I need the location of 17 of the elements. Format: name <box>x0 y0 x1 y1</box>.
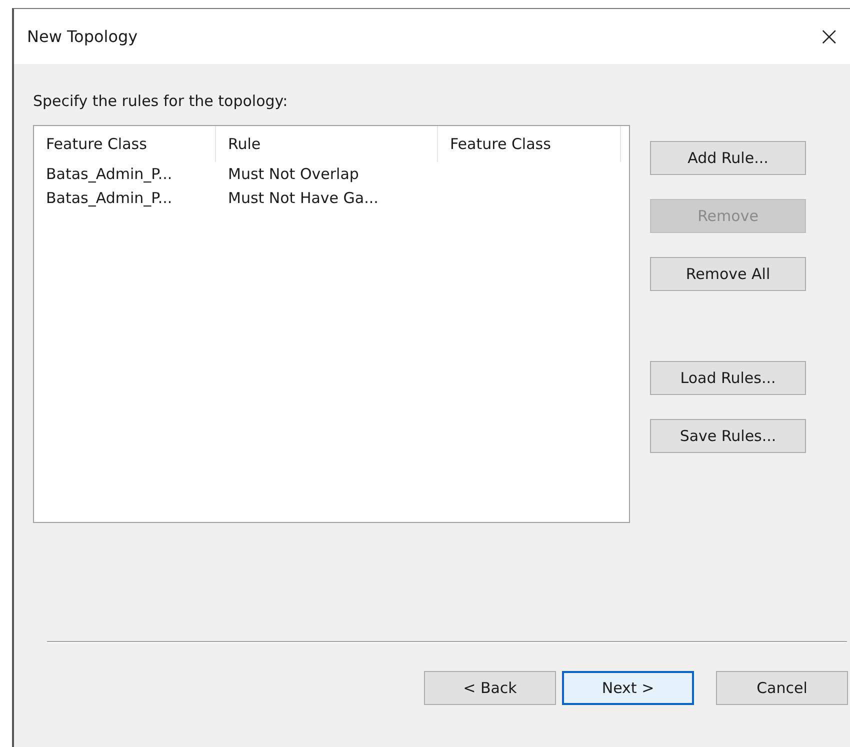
table-cell: Must Not Have Ga... <box>228 189 378 207</box>
window-title: New Topology <box>27 27 138 46</box>
side-button[interactable]: Add Rule... <box>650 141 806 175</box>
table-cell: Batas_Admin_P... <box>46 165 172 183</box>
table-cell: Batas_Admin_P... <box>46 189 172 207</box>
instruction-text: Specify the rules for the topology: <box>33 91 289 112</box>
column-header[interactable]: Feature Class <box>34 126 216 162</box>
table-cell: Must Not Overlap <box>228 165 359 183</box>
side-button[interactable]: Save Rules... <box>650 419 806 453</box>
footer-button[interactable]: Next > <box>562 671 694 705</box>
footer-button[interactable]: < Back <box>424 671 556 705</box>
column-header[interactable]: Rule <box>216 126 438 162</box>
column-header[interactable]: Feature Class <box>438 126 621 162</box>
footer-button[interactable]: Cancel <box>716 671 848 705</box>
side-button[interactable]: Load Rules... <box>650 361 806 395</box>
side-button[interactable]: Remove All <box>650 257 806 291</box>
close-button[interactable]: × <box>814 22 844 52</box>
